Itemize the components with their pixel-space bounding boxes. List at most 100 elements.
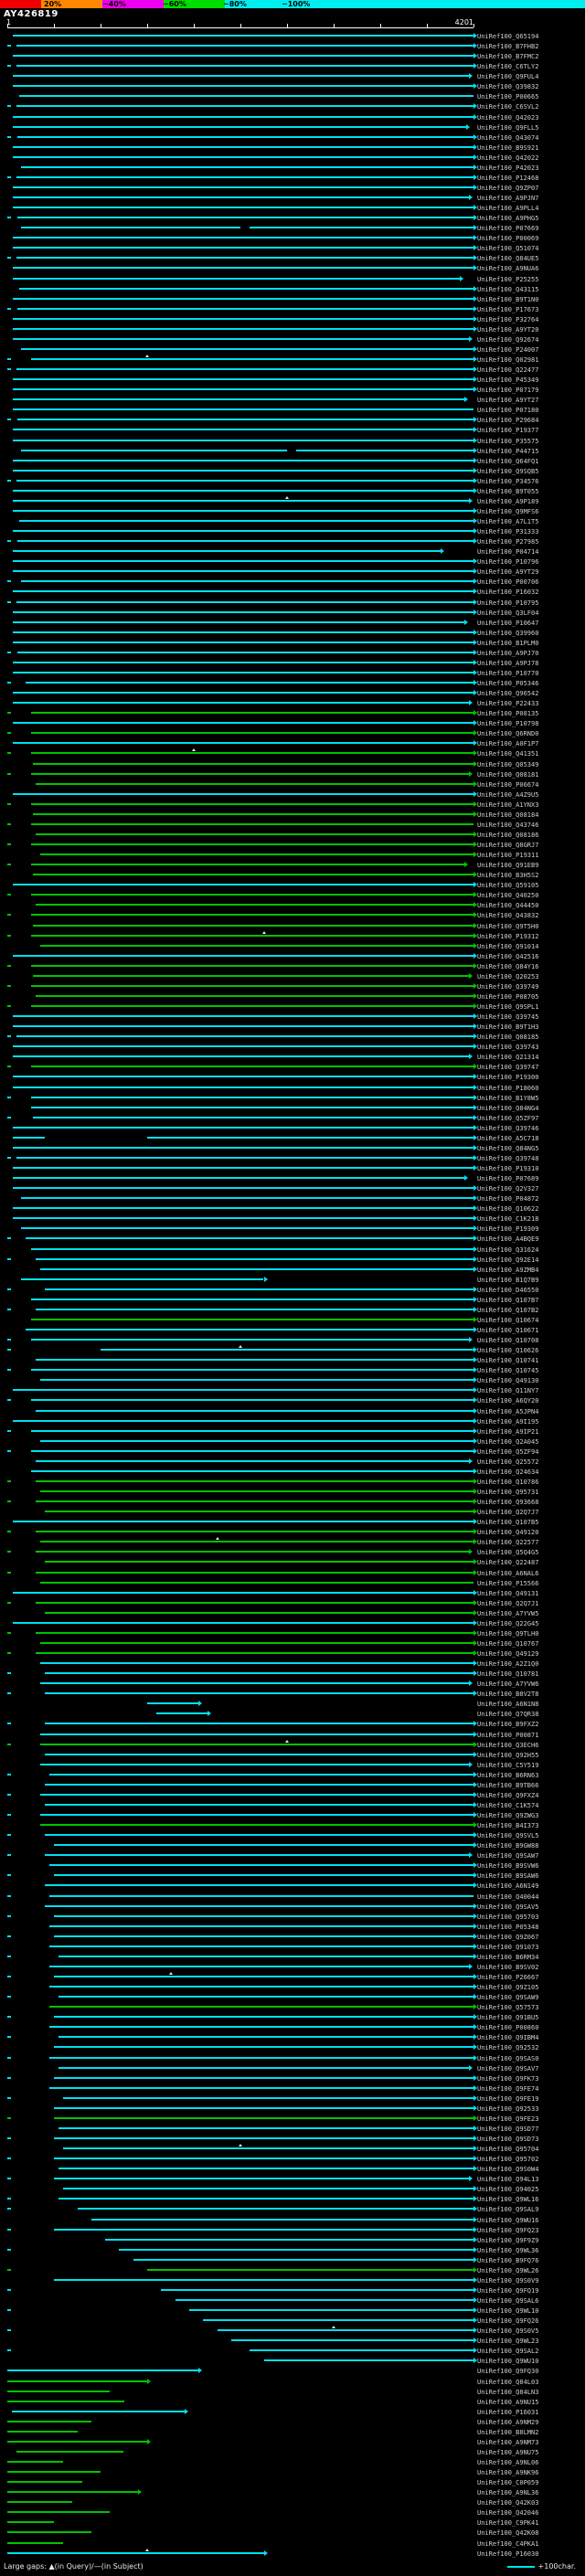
- hit-label[interactable]: UniRef100_Q9Z105: [477, 1984, 538, 1991]
- hit-bar[interactable]: [7, 1912, 477, 1922]
- hit-label[interactable]: UniRef100_Q9T5H0: [477, 923, 538, 930]
- hit-bar[interactable]: [7, 456, 477, 466]
- hit-label[interactable]: UniRef100_P07669: [477, 225, 538, 232]
- hit-bar[interactable]: [7, 748, 477, 758]
- hit-bar[interactable]: [7, 708, 477, 718]
- hit-bar[interactable]: [7, 598, 477, 608]
- hit-bar[interactable]: [7, 355, 477, 365]
- hit-bar[interactable]: [7, 1648, 477, 1659]
- hit-label[interactable]: UniRef100_P00069: [477, 235, 538, 242]
- hit-label[interactable]: UniRef100_A9ZMB4: [477, 1267, 538, 1274]
- hit-label[interactable]: UniRef100_Q08186: [477, 832, 538, 839]
- hit-bar[interactable]: [7, 2042, 477, 2052]
- hit-label[interactable]: UniRef100_Q3LF04: [477, 610, 538, 617]
- hit-label[interactable]: UniRef100_Q49120: [477, 1529, 538, 1536]
- hit-label[interactable]: UniRef100_B9GW88: [477, 1842, 538, 1850]
- hit-bar[interactable]: [7, 2255, 477, 2265]
- hit-bar[interactable]: [7, 1355, 477, 1365]
- hit-bar[interactable]: [7, 608, 477, 618]
- hit-bar[interactable]: [7, 1385, 477, 1395]
- hit-label[interactable]: UniRef100_Q10767: [477, 1640, 538, 1648]
- hit-label[interactable]: UniRef100_A9NL36: [477, 2489, 538, 2496]
- hit-label[interactable]: UniRef100_A1YNX3: [477, 801, 538, 809]
- hit-bar[interactable]: [7, 1467, 477, 1477]
- hit-bar[interactable]: [7, 1568, 477, 1578]
- hit-label[interactable]: UniRef100_P10796: [477, 558, 538, 566]
- hit-label[interactable]: UniRef100_P04714: [477, 548, 538, 556]
- hit-bar[interactable]: [7, 1345, 477, 1355]
- hit-label[interactable]: UniRef100_Q95704: [477, 2146, 538, 2153]
- hit-bar[interactable]: [7, 850, 477, 860]
- hit-bar[interactable]: [7, 1972, 477, 1982]
- hit-bar[interactable]: [7, 2507, 473, 2518]
- hit-bar[interactable]: [7, 385, 477, 395]
- hit-bar[interactable]: [7, 1578, 473, 1588]
- hit-bar[interactable]: [7, 1487, 477, 1497]
- hit-bar[interactable]: [7, 2316, 477, 2326]
- hit-label[interactable]: UniRef100_Q10781: [477, 1670, 538, 1678]
- hit-bar[interactable]: [7, 345, 477, 355]
- hit-label[interactable]: UniRef100_A9YT20: [477, 326, 538, 334]
- hit-bar[interactable]: [7, 2134, 477, 2144]
- hit-label[interactable]: UniRef100_A9PJ70: [477, 650, 538, 657]
- hit-label[interactable]: UniRef100_P00665: [477, 93, 538, 101]
- hit-label[interactable]: UniRef100_Q9FE23: [477, 2115, 538, 2123]
- hit-label[interactable]: UniRef100_Q39743: [477, 1044, 538, 1051]
- hit-label[interactable]: UniRef100_D46550: [477, 1287, 538, 1294]
- hit-bar[interactable]: [7, 2387, 473, 2397]
- hit-bar[interactable]: [7, 2356, 477, 2366]
- hit-label[interactable]: UniRef100_A9YT29: [477, 568, 538, 576]
- hit-label[interactable]: UniRef100_C4PKA1: [477, 2540, 538, 2548]
- hit-bar[interactable]: [7, 1406, 477, 1416]
- hit-label[interactable]: UniRef100_P16030: [477, 2550, 538, 2558]
- hit-bar[interactable]: [7, 1255, 477, 1265]
- hit-label[interactable]: UniRef100_B9T1H3: [477, 1023, 538, 1031]
- hit-bar[interactable]: [7, 31, 477, 41]
- hit-label[interactable]: UniRef100_Q9FLL5: [477, 124, 538, 132]
- hit-bar[interactable]: [7, 2164, 477, 2174]
- hit-bar[interactable]: [7, 2548, 473, 2559]
- hit-label[interactable]: UniRef100_Q43832: [477, 912, 538, 919]
- hit-bar[interactable]: [7, 1214, 477, 1224]
- hit-bar[interactable]: [7, 415, 477, 425]
- hit-label[interactable]: UniRef100_B9TB66: [477, 1782, 538, 1789]
- hit-bar[interactable]: [7, 1497, 477, 1507]
- hit-label[interactable]: UniRef100_Q9WU10: [477, 2358, 538, 2365]
- hit-bar[interactable]: [7, 1942, 477, 1952]
- hit-bar[interactable]: [7, 790, 477, 800]
- hit-label[interactable]: UniRef100_A4BQE9: [477, 1235, 538, 1243]
- hit-bar[interactable]: [7, 2528, 473, 2538]
- hit-label[interactable]: UniRef100_P19300: [477, 1074, 538, 1081]
- hit-label[interactable]: UniRef100_A2Z1Q0: [477, 1660, 538, 1668]
- hit-label[interactable]: UniRef100_P08705: [477, 993, 538, 1001]
- hit-label[interactable]: UniRef100_Q9FK73: [477, 2075, 538, 2083]
- hit-bar[interactable]: [7, 1598, 477, 1608]
- hit-label[interactable]: UniRef100_Q21314: [477, 1054, 538, 1061]
- hit-label[interactable]: UniRef100_P32764: [477, 316, 538, 323]
- hit-label[interactable]: UniRef100_P04872: [477, 1195, 538, 1203]
- hit-bar[interactable]: [7, 830, 477, 840]
- hit-label[interactable]: UniRef100_Q91073: [477, 1944, 538, 1951]
- hit-bar[interactable]: [7, 2326, 477, 2336]
- hit-label[interactable]: UniRef100_A9PJN7: [477, 195, 538, 202]
- hit-bar[interactable]: [7, 557, 477, 567]
- hit-label[interactable]: UniRef100_Q9SD73: [477, 2136, 538, 2143]
- hit-bar[interactable]: [7, 1042, 477, 1052]
- hit-bar[interactable]: [7, 101, 477, 111]
- hit-bar[interactable]: [7, 1699, 473, 1709]
- hit-bar[interactable]: [7, 2204, 477, 2214]
- hit-label[interactable]: UniRef100_Q9TLH0: [477, 1630, 538, 1638]
- hit-bar[interactable]: [7, 1375, 477, 1385]
- hit-bar[interactable]: [7, 1830, 477, 1840]
- hit-bar[interactable]: [7, 820, 473, 830]
- hit-label[interactable]: UniRef100_Q9SQB5: [477, 468, 538, 475]
- hit-label[interactable]: UniRef100_Q44450: [477, 902, 538, 909]
- hit-label[interactable]: UniRef100_P15566: [477, 1580, 538, 1587]
- hit-label[interactable]: UniRef100_B7FMC2: [477, 53, 538, 60]
- hit-bar[interactable]: [7, 405, 473, 415]
- hit-bar[interactable]: [7, 1790, 477, 1800]
- hit-bar[interactable]: [7, 1850, 473, 1860]
- hit-label[interactable]: UniRef100_P07689: [477, 1175, 538, 1182]
- hit-label[interactable]: UniRef100_P45349: [477, 376, 538, 384]
- hit-label[interactable]: UniRef100_Q9SAV7: [477, 2065, 538, 2072]
